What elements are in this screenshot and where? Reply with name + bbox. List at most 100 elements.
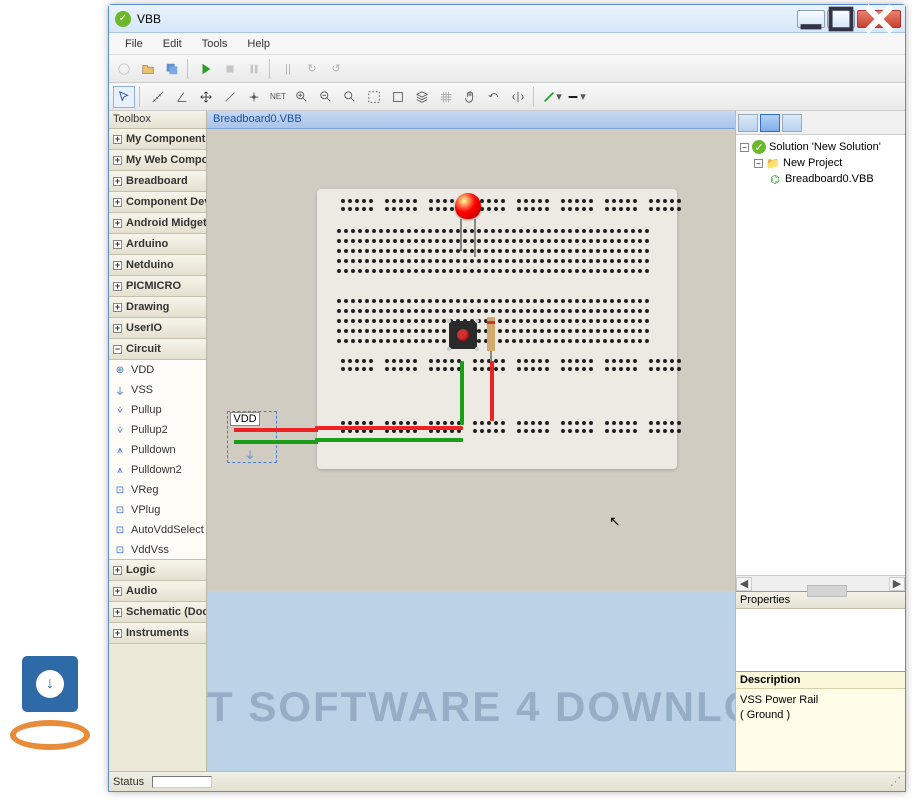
canvas[interactable]: // placeholder for breadboard holes gene…	[207, 129, 735, 771]
cat-drawing[interactable]: +Drawing	[109, 296, 206, 318]
led-component[interactable]	[455, 193, 481, 219]
cat-circuit[interactable]: −Circuit	[109, 338, 206, 360]
view-3[interactable]	[782, 114, 802, 132]
cat-picmicro[interactable]: +PICMICRO	[109, 275, 206, 297]
run-button[interactable]	[195, 58, 217, 80]
zoom-selection-icon[interactable]	[387, 86, 409, 108]
cat-netduino[interactable]: +Netduino	[109, 254, 206, 276]
wire-green-1[interactable]	[460, 361, 464, 425]
status-well	[152, 776, 212, 788]
item-pullup2[interactable]: ⩒Pullup2	[109, 420, 206, 440]
description-line1: VSS Power Rail	[740, 693, 901, 708]
stop-button[interactable]	[219, 58, 241, 80]
minimize-button[interactable]	[797, 10, 825, 28]
angle-tool[interactable]	[171, 86, 193, 108]
item-vdd[interactable]: ⊕VDD	[109, 360, 206, 380]
wire-green-tool[interactable]: ▾	[541, 86, 563, 108]
right-panel: −✓ Solution 'New Solution' −📁New Project…	[735, 111, 905, 771]
menu-tools[interactable]: Tools	[194, 36, 236, 52]
pushbutton-component[interactable]	[449, 321, 477, 349]
status-label: Status	[113, 776, 144, 788]
properties-panel: Properties	[736, 591, 905, 671]
toolbox-header: Toolbox	[109, 111, 206, 129]
view-buttons	[736, 111, 905, 135]
wire-red-bus[interactable]	[315, 426, 463, 430]
step-over-icon[interactable]: ↺	[325, 58, 347, 80]
menu-help[interactable]: Help	[239, 36, 278, 52]
maximize-button[interactable]	[827, 10, 855, 28]
view-2[interactable]	[760, 114, 780, 132]
toolbox-panel: Toolbox +My Components +My Web Component…	[109, 111, 207, 771]
vdd-component[interactable]: VDD ⏚	[227, 411, 277, 463]
cat-schematic[interactable]: +Schematic (Doc)	[109, 601, 206, 623]
zoom-fit-icon[interactable]	[363, 86, 385, 108]
junction-tool[interactable]	[243, 86, 265, 108]
watermark-text: T SOFTWARE 4 DOWNLOAD	[207, 683, 735, 731]
cat-component-devkit[interactable]: +Component DevKit	[109, 191, 206, 213]
close-button[interactable]	[857, 10, 901, 28]
zoom-icon[interactable]	[339, 86, 361, 108]
cat-audio[interactable]: +Audio	[109, 580, 206, 602]
zoom-in-icon[interactable]	[291, 86, 313, 108]
cat-instruments[interactable]: +Instruments	[109, 622, 206, 644]
file-node[interactable]: ⌬Breadboard0.VBB	[740, 171, 901, 187]
vdd-label: VDD	[233, 413, 256, 425]
solution-node[interactable]: −✓ Solution 'New Solution'	[740, 139, 901, 155]
item-vreg[interactable]: ⊡VReg	[109, 480, 206, 500]
cat-arduino[interactable]: +Arduino	[109, 233, 206, 255]
step-in-icon[interactable]: ↻	[301, 58, 323, 80]
grid-icon[interactable]	[435, 86, 457, 108]
item-vss[interactable]: ⏚VSS	[109, 380, 206, 400]
item-pulldown2[interactable]: ⩚Pulldown2	[109, 460, 206, 480]
save-all-icon[interactable]	[161, 58, 183, 80]
resistor-component[interactable]	[487, 317, 495, 351]
open-icon[interactable]	[137, 58, 159, 80]
cat-android-midget[interactable]: +Android Midget	[109, 212, 206, 234]
watermark-badge: ↓	[4, 656, 104, 756]
project-node[interactable]: −📁New Project	[740, 155, 901, 171]
item-vddvss[interactable]: ⊡VddVss	[109, 540, 206, 560]
item-pulldown[interactable]: ⩚Pulldown	[109, 440, 206, 460]
toolbox-list[interactable]: +My Components +My Web Components +Bread…	[109, 129, 206, 771]
menubar: File Edit Tools Help	[109, 33, 905, 55]
titlebar[interactable]: ✓ VBB	[109, 5, 905, 33]
wire-black-tool[interactable]: ▾	[565, 86, 587, 108]
rotate-tool[interactable]	[483, 86, 505, 108]
menu-file[interactable]: File	[117, 36, 151, 52]
flip-tool[interactable]	[507, 86, 529, 108]
cat-userio[interactable]: +UserIO	[109, 317, 206, 339]
zoom-out-icon[interactable]	[315, 86, 337, 108]
cat-my-web-components[interactable]: +My Web Components	[109, 149, 206, 171]
move-tool[interactable]	[195, 86, 217, 108]
step-button[interactable]: ||	[277, 58, 299, 80]
solution-explorer[interactable]: −✓ Solution 'New Solution' −📁New Project…	[736, 135, 905, 575]
view-1[interactable]	[738, 114, 758, 132]
pan-tool[interactable]	[459, 86, 481, 108]
layers-icon[interactable]	[411, 86, 433, 108]
pointer-tool[interactable]	[113, 86, 135, 108]
cat-logic[interactable]: +Logic	[109, 559, 206, 581]
item-vplug[interactable]: ⊡VPlug	[109, 500, 206, 520]
item-pullup[interactable]: ⩒Pullup	[109, 400, 206, 420]
wire-green-bus[interactable]	[315, 438, 463, 442]
ground-icon: ⏚	[242, 447, 258, 462]
window-title: VBB	[137, 12, 795, 26]
measure-tool[interactable]	[147, 86, 169, 108]
app-icon: ✓	[115, 11, 131, 27]
cursor-icon: ↖	[609, 513, 621, 530]
globe-icon[interactable]	[113, 58, 135, 80]
resize-grip[interactable]: ⋰	[890, 775, 901, 788]
net-tool[interactable]: NET	[267, 86, 289, 108]
description-panel: Description VSS Power Rail ( Ground )	[736, 671, 905, 771]
pause-button[interactable]	[243, 58, 265, 80]
item-autovddselect[interactable]: ⊡AutoVddSelect	[109, 520, 206, 540]
tree-hscroll[interactable]: ◀▶	[736, 575, 905, 591]
menu-edit[interactable]: Edit	[155, 36, 190, 52]
line-tool[interactable]	[219, 86, 241, 108]
wire-red-1[interactable]	[490, 361, 494, 421]
cat-breadboard[interactable]: +Breadboard	[109, 170, 206, 192]
cat-my-components[interactable]: +My Components	[109, 129, 206, 150]
main-toolbar: || ↻ ↺	[109, 55, 905, 83]
document-tab[interactable]: Breadboard0.VBB	[207, 111, 735, 129]
drawing-toolbar: NET ▾ ▾	[109, 83, 905, 111]
